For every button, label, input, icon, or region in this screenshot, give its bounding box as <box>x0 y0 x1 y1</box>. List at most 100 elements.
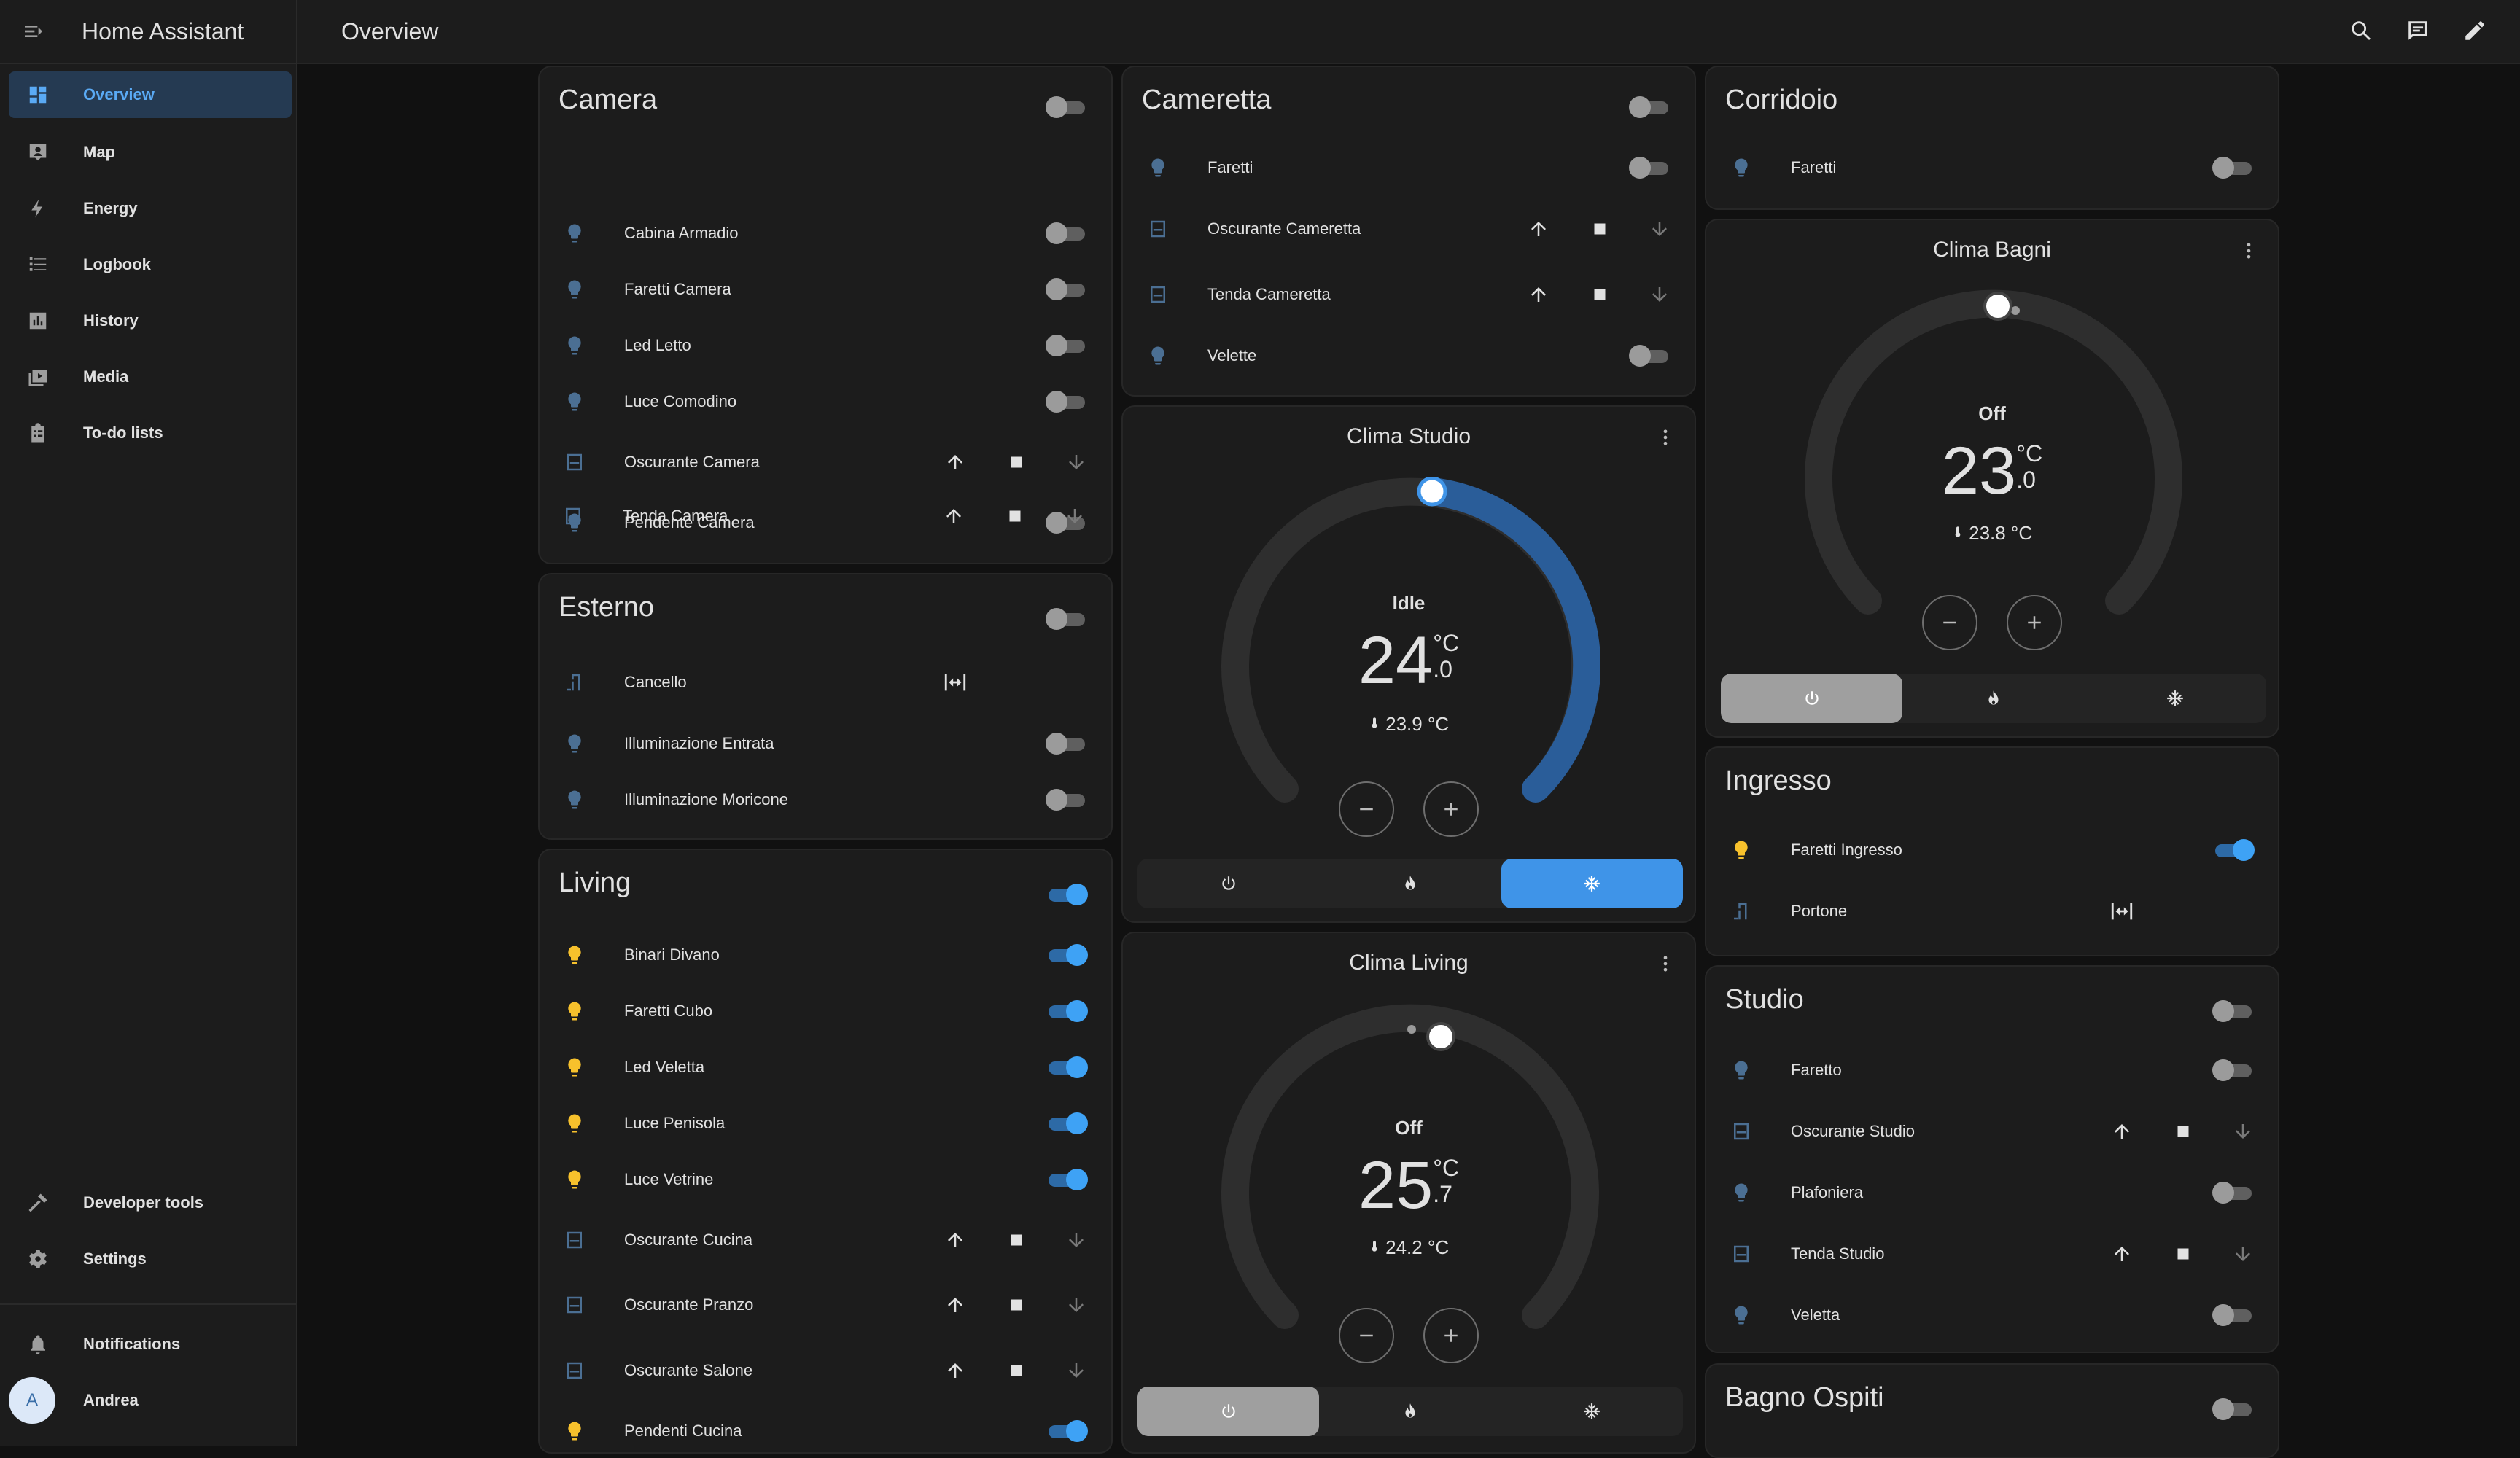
entity-row[interactable]: Oscurante Studio <box>1706 1110 2278 1153</box>
search-button[interactable] <box>2342 12 2380 50</box>
mode-off-button[interactable] <box>1138 1387 1320 1436</box>
entity-toggle[interactable] <box>1046 1420 1088 1442</box>
cover-close-button[interactable] <box>1059 1223 1094 1258</box>
menu-toggle-icon[interactable] <box>18 15 50 47</box>
mode-cool-button[interactable] <box>1501 859 1683 908</box>
area-toggle-living[interactable] <box>1046 884 1088 905</box>
entity-row[interactable]: Led Veletta <box>540 1045 1111 1089</box>
cover-open-button[interactable] <box>938 1287 973 1322</box>
assist-button[interactable] <box>2399 12 2437 50</box>
entity-toggle[interactable] <box>1046 789 1088 811</box>
entity-row[interactable]: Binari Divano <box>540 933 1111 977</box>
cover-stop-button[interactable] <box>2166 1114 2201 1149</box>
cover-open-button[interactable] <box>1521 277 1556 312</box>
cover-open-button[interactable] <box>2104 1114 2139 1149</box>
entity-toggle[interactable] <box>2212 157 2255 179</box>
entity-toggle[interactable] <box>2212 1059 2255 1081</box>
sidebar-item-history[interactable]: History <box>9 297 292 344</box>
sidebar-item-energy[interactable]: Energy <box>9 185 292 232</box>
decrease-temp-button[interactable] <box>1339 1308 1394 1363</box>
entity-row[interactable]: Pendenti Cucina <box>540 1409 1111 1452</box>
entity-row[interactable]: Plafoniera <box>1706 1171 2278 1215</box>
sidebar-item-media[interactable]: Media <box>9 354 292 400</box>
cover-stop-button[interactable] <box>1582 277 1617 312</box>
cover-close-button[interactable] <box>2225 1114 2260 1149</box>
entity-row[interactable]: Cabina Armadio <box>540 211 1111 255</box>
entity-row[interactable]: Faretti Camera <box>540 268 1111 311</box>
sidebar-item-todo-lists[interactable]: To-do lists <box>9 410 292 456</box>
entity-toggle[interactable] <box>1046 222 1088 244</box>
entity-row[interactable]: Illuminazione Moricone <box>540 778 1111 822</box>
entity-row[interactable]: Tenda Camera <box>538 494 1113 538</box>
area-toggle-bagno-ospiti[interactable] <box>2212 1398 2255 1420</box>
entity-toggle[interactable] <box>2212 1304 2255 1326</box>
mode-off-button[interactable] <box>1721 674 1903 723</box>
cover-close-button[interactable] <box>1059 1353 1094 1388</box>
decrease-temp-button[interactable] <box>1339 781 1394 837</box>
entity-row[interactable]: Faretto <box>1706 1048 2278 1092</box>
mode-off-button[interactable] <box>1138 859 1319 908</box>
sidebar-item-map[interactable]: Map <box>9 129 292 176</box>
entity-row[interactable]: Faretti <box>1123 146 1695 190</box>
entity-row[interactable]: Faretti <box>1706 146 2278 190</box>
entity-row[interactable]: Led Letto <box>540 324 1111 367</box>
entity-toggle[interactable] <box>2212 1182 2255 1204</box>
gate-toggle-button[interactable] <box>938 665 973 700</box>
entity-row[interactable] <box>540 561 1111 563</box>
entity-row[interactable]: Tenda Studio <box>1706 1232 2278 1276</box>
entity-toggle[interactable] <box>1046 1056 1088 1078</box>
entity-row[interactable]: Oscurante Camera <box>540 440 1111 484</box>
sidebar-item-logbook[interactable]: Logbook <box>9 241 292 288</box>
cover-close-button[interactable] <box>2225 1236 2260 1271</box>
entity-row[interactable]: Luce Vetrine <box>540 1158 1111 1201</box>
entity-toggle[interactable] <box>1629 345 1671 367</box>
cover-open-button[interactable] <box>938 445 973 480</box>
cover-stop-button[interactable] <box>999 1353 1034 1388</box>
sidebar-item-settings[interactable]: Settings <box>9 1236 292 1282</box>
cover-open-button[interactable] <box>1521 211 1556 246</box>
mode-cool-button[interactable] <box>2085 674 2266 723</box>
cover-stop-button[interactable] <box>1582 211 1617 246</box>
entity-toggle[interactable] <box>1629 157 1671 179</box>
target-temperature[interactable]: 25°C .7 <box>1123 1147 1695 1224</box>
mode-cool-button[interactable] <box>1501 1387 1683 1436</box>
entity-toggle[interactable] <box>1046 1000 1088 1022</box>
area-toggle-esterno[interactable] <box>1046 608 1088 630</box>
entity-toggle[interactable] <box>1046 944 1088 966</box>
edit-dashboard-button[interactable] <box>2456 12 2494 50</box>
increase-temp-button[interactable] <box>1423 781 1479 837</box>
entity-row[interactable]: Oscurante Salone <box>540 1349 1111 1392</box>
entity-row[interactable]: Portone <box>1706 889 2278 933</box>
entity-toggle[interactable] <box>1046 1112 1088 1134</box>
entity-row[interactable]: Luce Penisola <box>540 1102 1111 1145</box>
decrease-temp-button[interactable] <box>1922 595 1978 650</box>
sidebar-item-overview[interactable]: Overview <box>9 71 292 118</box>
mode-heat-button[interactable] <box>1319 1387 1501 1436</box>
entity-row[interactable]: Oscurante Cameretta <box>1123 207 1695 251</box>
more-options-button[interactable] <box>1651 949 1680 978</box>
sidebar-item-developer-tools[interactable]: Developer tools <box>9 1180 292 1226</box>
entity-row[interactable]: Faretti Cubo <box>540 989 1111 1033</box>
cover-stop-button[interactable] <box>998 499 1032 534</box>
entity-row[interactable]: Veletta <box>1706 1293 2278 1337</box>
entity-row[interactable]: Illuminazione Entrata <box>540 722 1111 765</box>
entity-row[interactable]: Tenda Cameretta <box>1123 273 1695 316</box>
target-temperature[interactable]: 24°C .0 <box>1123 623 1695 699</box>
cover-close-button[interactable] <box>1642 277 1677 312</box>
more-options-button[interactable] <box>2234 236 2263 265</box>
increase-temp-button[interactable] <box>1423 1308 1479 1363</box>
cover-stop-button[interactable] <box>2166 1236 2201 1271</box>
area-toggle-cameretta[interactable] <box>1629 96 1671 118</box>
entity-toggle[interactable] <box>1046 733 1088 755</box>
cover-stop-button[interactable] <box>999 445 1034 480</box>
area-toggle-studio[interactable] <box>2212 1000 2255 1022</box>
entity-row[interactable]: Luce Comodino <box>540 380 1111 424</box>
entity-row[interactable]: Velette <box>1123 334 1695 378</box>
cover-stop-button[interactable] <box>999 1223 1034 1258</box>
cover-open-button[interactable] <box>2104 1236 2139 1271</box>
increase-temp-button[interactable] <box>2007 595 2062 650</box>
mode-heat-button[interactable] <box>1902 674 2084 723</box>
sidebar-item-user[interactable]: A Andrea <box>9 1377 292 1424</box>
entity-row[interactable]: Cancello <box>540 660 1111 704</box>
entity-toggle[interactable] <box>1046 335 1088 356</box>
